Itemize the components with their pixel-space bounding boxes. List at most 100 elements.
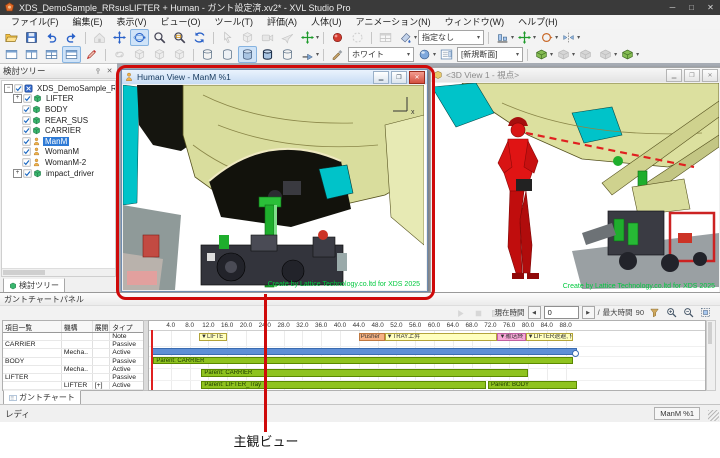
gantt-marker[interactable]: ▼TRAY上昇 [385, 333, 498, 341]
translate-part-button[interactable] [515, 29, 534, 46]
preset-combo[interactable]: 指定なし▾ [418, 30, 484, 45]
fit-timeline-icon[interactable] [698, 306, 712, 319]
zoom-window-button[interactable] [170, 29, 189, 46]
tree-item-impact-driver[interactable]: +impact_driver [2, 168, 115, 179]
gantt-bar[interactable]: Parent: LIFTER_Tray [201, 381, 485, 389]
cross-section-5-button[interactable] [618, 46, 637, 63]
shade-transparent-button[interactable] [278, 46, 297, 63]
shade-shaded-button[interactable] [238, 46, 257, 63]
tab-study-tree[interactable]: 検討ツリー [3, 278, 65, 293]
gantt-marker[interactable]: ▼LIFTE [199, 333, 227, 341]
close-panel-icon[interactable]: ✕ [105, 67, 114, 76]
mirror-part-button[interactable] [559, 29, 578, 46]
visibility-checkbox[interactable] [22, 158, 31, 167]
tree-item-rear-sus[interactable]: REAR_SUS [2, 115, 115, 126]
gantt-marker[interactable]: ▼LIFTER退避, 停 [526, 333, 573, 341]
zoom-in-icon[interactable] [664, 306, 678, 319]
save-file-button[interactable] [22, 29, 41, 46]
gantt-bar[interactable] [152, 348, 577, 356]
gantt-row-lifter[interactable]: LIFTERPassive [3, 374, 143, 382]
tree-item-lifter[interactable]: +LIFTER [2, 94, 115, 105]
tab-gantt-chart[interactable]: ガントチャート [3, 390, 81, 405]
visibility-checkbox[interactable] [22, 105, 31, 114]
current-time-input[interactable]: 0 [544, 306, 579, 319]
gantt-subrow-0[interactable]: Note [3, 333, 143, 341]
orbit-view-button[interactable] [130, 29, 149, 46]
gantt-column-header[interactable]: 項目一覧 [3, 321, 62, 332]
menu-window[interactable]: ウィンドウ(W) [438, 15, 512, 29]
view3d-minimize-button[interactable]: ▁ [666, 69, 682, 82]
redo-button[interactable] [62, 29, 81, 46]
human-view-maximize-button[interactable]: ❐ [391, 71, 407, 84]
menu-tool[interactable]: ツール(T) [208, 15, 261, 29]
maximize-button[interactable]: □ [682, 0, 701, 15]
chevron-down-icon[interactable]: ▾ [555, 34, 558, 41]
menu-evaluate[interactable]: 評価(A) [260, 15, 304, 29]
menu-edit[interactable]: 編集(E) [66, 15, 110, 29]
gantt-marker[interactable]: Pusher [359, 333, 385, 341]
resize-grip[interactable] [708, 410, 719, 421]
menu-file[interactable]: ファイル(F) [4, 15, 66, 29]
gantt-subrow-2[interactable]: Mecha..Active [3, 349, 143, 357]
human-view-minimize-button[interactable]: ▁ [373, 71, 389, 84]
annotate-pen-button[interactable] [82, 46, 101, 63]
chevron-down-icon[interactable]: ▾ [636, 51, 639, 58]
align-position-button[interactable] [493, 29, 512, 46]
visibility-checkbox[interactable] [22, 116, 31, 125]
point-marker-button[interactable] [328, 29, 347, 46]
pin-icon[interactable] [93, 67, 102, 76]
chevron-down-icon[interactable]: ▾ [550, 51, 553, 58]
chevron-down-icon[interactable]: ▾ [414, 34, 417, 41]
viewport-split4-button[interactable] [42, 46, 61, 63]
undo-button[interactable] [42, 29, 61, 46]
current-time-line[interactable] [151, 330, 153, 390]
zoom-view-button[interactable] [150, 29, 169, 46]
viewport-single-button[interactable] [2, 46, 21, 63]
paint-bucket-button[interactable] [396, 29, 415, 46]
gantt-row-body[interactable]: BODYPassive [3, 358, 143, 366]
time-step-forward-button[interactable]: ▶ [582, 306, 595, 319]
human-view-canvas[interactable]: x Create by Lattice Technology.co.ltd fo… [123, 85, 426, 290]
menu-animation[interactable]: アニメーション(N) [349, 15, 438, 29]
minimize-button[interactable]: ─ [663, 0, 682, 15]
visibility-checkbox[interactable] [23, 94, 32, 103]
shade-wireframe-button[interactable] [198, 46, 217, 63]
collapse-icon[interactable]: − [4, 84, 13, 93]
filter-icon[interactable] [647, 306, 661, 319]
visibility-checkbox[interactable] [22, 137, 31, 146]
visibility-checkbox[interactable] [22, 126, 31, 135]
background-style-button[interactable] [415, 46, 434, 63]
tree-item-xds-demosample-rrsuslifter[interactable]: −XDS_DemoSample_RRsusLIFTER+ [2, 83, 115, 94]
gantt-bar[interactable]: Parent: CARRIER [153, 357, 572, 365]
gantt-subrow-4[interactable]: Mecha..Active [3, 366, 143, 374]
shade-shaded-edges-button[interactable] [258, 46, 277, 63]
gantt-v-scrollbar[interactable] [706, 320, 716, 391]
human-view-close-button[interactable]: ✕ [409, 71, 425, 84]
tree-h-scrollbar[interactable] [2, 268, 115, 276]
viewport-horizontal-button[interactable] [62, 46, 81, 63]
chevron-down-icon[interactable]: ▾ [577, 34, 580, 41]
zoom-out-icon[interactable] [681, 306, 695, 319]
gantt-column-header[interactable]: 展開 [93, 321, 110, 332]
tree-item-womanm[interactable]: WomanM [2, 147, 115, 158]
move-part-button[interactable] [298, 29, 317, 46]
cross-section-1-button[interactable] [532, 46, 551, 63]
menu-view[interactable]: 表示(V) [110, 15, 154, 29]
tree-item-womanm-2[interactable]: WomanM-2 [2, 157, 115, 168]
gantt-column-header[interactable]: 機構 [62, 321, 93, 332]
tree-item-carrier[interactable]: CARRIER [2, 125, 115, 136]
view3d-maximize-button[interactable]: ❐ [684, 69, 700, 82]
paint-color-button[interactable] [328, 46, 347, 63]
expand-icon[interactable]: + [13, 169, 22, 178]
view3d-canvas[interactable]: Create by Lattice Technology.co.ltd for … [432, 83, 719, 292]
tree-item-body[interactable]: BODY [2, 104, 115, 115]
chevron-down-icon[interactable]: ▾ [316, 51, 319, 58]
gantt-column-header[interactable]: タイプ [110, 321, 143, 332]
visibility-checkbox[interactable] [14, 84, 23, 93]
human-view-titlebar[interactable]: Human View - ManM %1 ▁ ❐ ✕ [122, 70, 427, 84]
view3d-titlebar[interactable]: <3D View 1 - 視点> ▁ ❐ ✕ [431, 68, 720, 82]
visibility-checkbox[interactable] [23, 169, 32, 178]
rotate-part-button[interactable] [537, 29, 556, 46]
viewport-split2-button[interactable] [22, 46, 41, 63]
menu-viewport[interactable]: ビュー(O) [154, 15, 208, 29]
